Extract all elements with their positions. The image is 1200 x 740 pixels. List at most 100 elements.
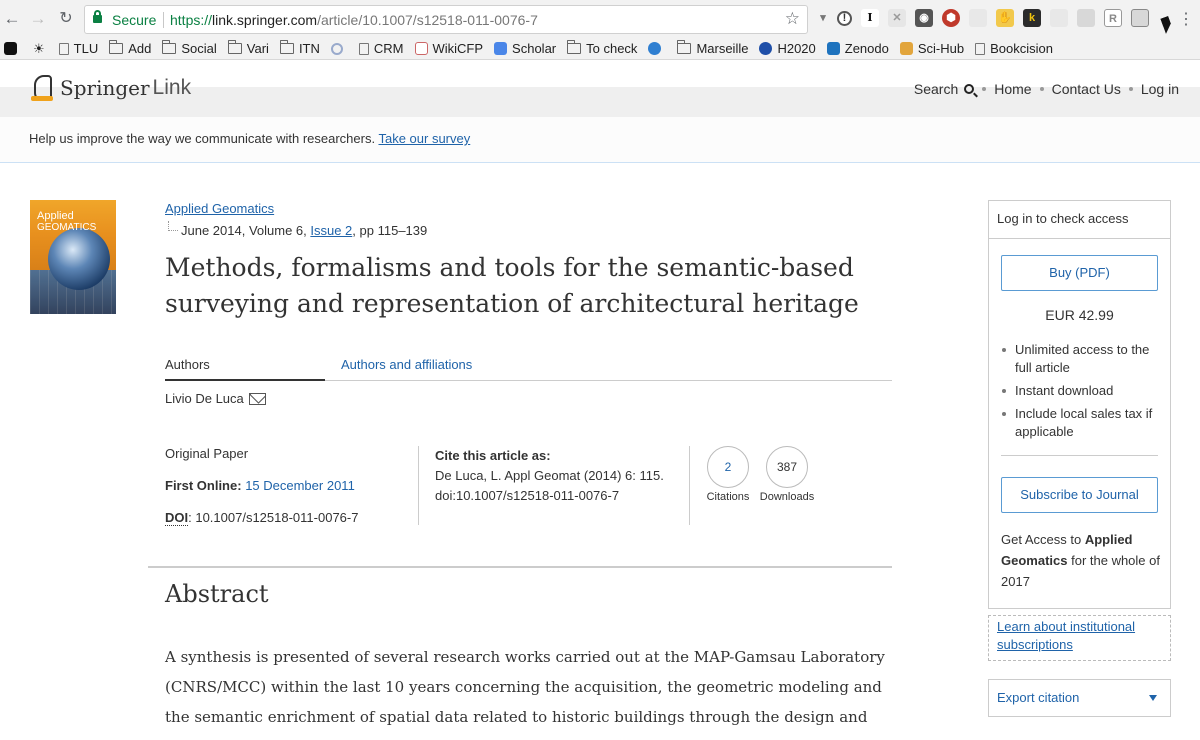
citations-metric[interactable]: 2 Citations bbox=[704, 446, 752, 503]
extensions-bar: ▾ ! I ✕ ◉ ⬢ ✋ k R bbox=[818, 9, 1149, 27]
info-extension-icon[interactable]: ! bbox=[837, 10, 852, 26]
bookmark-tlu[interactable]: TLU bbox=[58, 41, 99, 56]
back-icon[interactable]: ← bbox=[2, 9, 22, 29]
search-button[interactable]: Search bbox=[914, 81, 975, 97]
meta-divider bbox=[418, 446, 419, 525]
bookmark-marseille[interactable]: Marseille bbox=[677, 40, 749, 56]
page-icon bbox=[975, 42, 986, 55]
bookmark-wikicfp[interactable]: WikiCFP bbox=[414, 41, 483, 56]
issue-suffix: , pp 115–139 bbox=[352, 223, 428, 238]
k-extension-icon[interactable]: k bbox=[1023, 9, 1041, 27]
f-icon bbox=[4, 42, 17, 55]
bookmark-social[interactable]: Social bbox=[162, 40, 217, 56]
author-name[interactable]: Livio De Luca bbox=[165, 391, 244, 406]
folder-icon bbox=[677, 40, 692, 54]
login-link[interactable]: Log in bbox=[1141, 81, 1179, 97]
article-title: Methods, formalisms and tools for the se… bbox=[165, 253, 859, 318]
extension-icon[interactable] bbox=[969, 9, 987, 27]
bookmark-loading[interactable] bbox=[330, 42, 348, 55]
bookmark-label: CRM bbox=[373, 41, 404, 56]
camera-extension-icon[interactable] bbox=[1077, 9, 1095, 27]
r-extension-icon[interactable]: R bbox=[1104, 9, 1122, 27]
caret-down-icon bbox=[1149, 695, 1157, 701]
cover-globe-image bbox=[48, 228, 110, 290]
bookmark-crm[interactable]: CRM bbox=[358, 41, 404, 56]
h2020-icon bbox=[759, 42, 773, 55]
doi: DOI: 10.1007/s12518-011-0076-7 bbox=[165, 510, 358, 526]
bookmark-label: TLU bbox=[73, 41, 99, 56]
doi-label: DOI bbox=[165, 510, 189, 526]
home-link[interactable]: Home bbox=[994, 81, 1031, 97]
instapaper-icon[interactable]: I bbox=[861, 9, 879, 27]
bookmark-vari[interactable]: Vari bbox=[227, 40, 269, 56]
citations-label: Citations bbox=[706, 491, 750, 503]
nav-separator bbox=[1039, 87, 1044, 91]
buy-pdf-button[interactable]: Buy (PDF) bbox=[1001, 255, 1158, 291]
bookmark-bookcision[interactable]: Bookcision bbox=[975, 41, 1053, 56]
bookmark-tocheck[interactable]: To check bbox=[567, 40, 637, 56]
downloads-label: Downloads bbox=[759, 491, 815, 503]
tab-authors[interactable]: Authors bbox=[165, 357, 325, 381]
bookmark-zenodo[interactable]: Zenodo bbox=[826, 41, 889, 56]
article-meta: Original Paper First Online: 15 December… bbox=[165, 446, 358, 542]
springer-horse-icon bbox=[30, 73, 54, 103]
secure-label: Secure bbox=[112, 12, 157, 28]
springer-logo[interactable]: Springer Link bbox=[30, 73, 191, 103]
bookmark-scihub[interactable]: Sci-Hub bbox=[899, 41, 964, 56]
pin-extension-icon[interactable]: ✕ bbox=[888, 9, 906, 27]
get-access-text: Get Access to Applied Geomatics for the … bbox=[1001, 529, 1161, 592]
hand-extension-icon[interactable]: ✋ bbox=[996, 9, 1014, 27]
cloud-extension-icon[interactable] bbox=[1050, 9, 1068, 27]
om-extension-icon[interactable]: ◉ bbox=[915, 9, 933, 27]
bookmark-star-icon[interactable]: ☆ bbox=[785, 9, 800, 29]
page-extension-icon[interactable] bbox=[1131, 9, 1149, 27]
journal-cover[interactable]: Applied GEOMATICS bbox=[30, 200, 116, 314]
journal-link[interactable]: Applied Geomatics bbox=[165, 201, 274, 216]
adblock-icon[interactable]: ⬢ bbox=[942, 9, 960, 27]
benefits-list: Unlimited access to the full article Ins… bbox=[1001, 341, 1166, 446]
bookmark-f[interactable] bbox=[4, 42, 22, 55]
cite-text: De Luca, L. Appl Geomat (2014) 6: 115. d… bbox=[435, 468, 664, 503]
bookmark-label: Marseille bbox=[696, 41, 749, 56]
first-online-date[interactable]: 15 December 2011 bbox=[245, 478, 355, 493]
bookmark-globe[interactable] bbox=[648, 42, 666, 55]
cite-heading: Cite this article as: bbox=[435, 448, 551, 463]
dropdown-icon[interactable]: ▾ bbox=[818, 9, 828, 27]
abstract-text: A synthesis is presented of several rese… bbox=[165, 648, 885, 740]
downloads-count: 387 bbox=[766, 446, 808, 488]
bookmark-label: ITN bbox=[298, 41, 320, 56]
lock-icon bbox=[93, 10, 102, 25]
bookmarks-bar: ☀ TLU Add Social Vari ITN CRM WikiCFP Sc… bbox=[0, 38, 1200, 60]
bookmark-itn[interactable]: ITN bbox=[279, 40, 320, 56]
bookmark-sun[interactable]: ☀ bbox=[33, 41, 45, 57]
survey-link[interactable]: Take our survey bbox=[378, 131, 470, 146]
survey-text: Help us improve the way we communicate w… bbox=[29, 131, 376, 146]
issue-prefix: June 2014, Volume 6, bbox=[181, 223, 311, 238]
contact-link[interactable]: Contact Us bbox=[1052, 81, 1121, 97]
bookmark-scholar[interactable]: Scholar bbox=[494, 41, 556, 56]
reload-icon[interactable]: ↻ bbox=[56, 9, 76, 29]
access-heading[interactable]: Log in to check access bbox=[989, 201, 1170, 239]
abstract-heading: Abstract bbox=[165, 580, 269, 608]
tab-authors-affiliations[interactable]: Authors and affiliations bbox=[341, 357, 472, 372]
bookmark-h2020[interactable]: H2020 bbox=[759, 41, 816, 56]
issue-link[interactable]: Issue 2 bbox=[310, 223, 352, 238]
folder-icon bbox=[567, 40, 582, 54]
address-bar[interactable]: Secure https://link.springer.com/article… bbox=[84, 5, 808, 34]
nav-separator bbox=[982, 87, 987, 91]
search-icon bbox=[964, 84, 975, 94]
section-divider bbox=[148, 566, 892, 568]
export-citation-dropdown[interactable]: Export citation bbox=[988, 679, 1171, 717]
institutional-link[interactable]: Learn about institutional subscriptions bbox=[997, 619, 1135, 652]
address-separator bbox=[163, 12, 164, 28]
url-text[interactable]: https://link.springer.com/article/10.100… bbox=[170, 12, 538, 28]
author-tabs: Authors Authors and affiliations bbox=[165, 357, 892, 381]
forward-icon[interactable]: → bbox=[28, 9, 48, 29]
benefit-item: Unlimited access to the full article bbox=[1001, 341, 1166, 377]
mail-icon[interactable] bbox=[248, 392, 266, 405]
citations-count: 2 bbox=[707, 446, 749, 488]
bookmark-add[interactable]: Add bbox=[109, 40, 151, 56]
menu-icon[interactable]: ⋮ bbox=[1178, 9, 1194, 29]
subscribe-journal-button[interactable]: Subscribe to Journal bbox=[1001, 477, 1158, 513]
bookmark-label: Bookcision bbox=[990, 41, 1053, 56]
